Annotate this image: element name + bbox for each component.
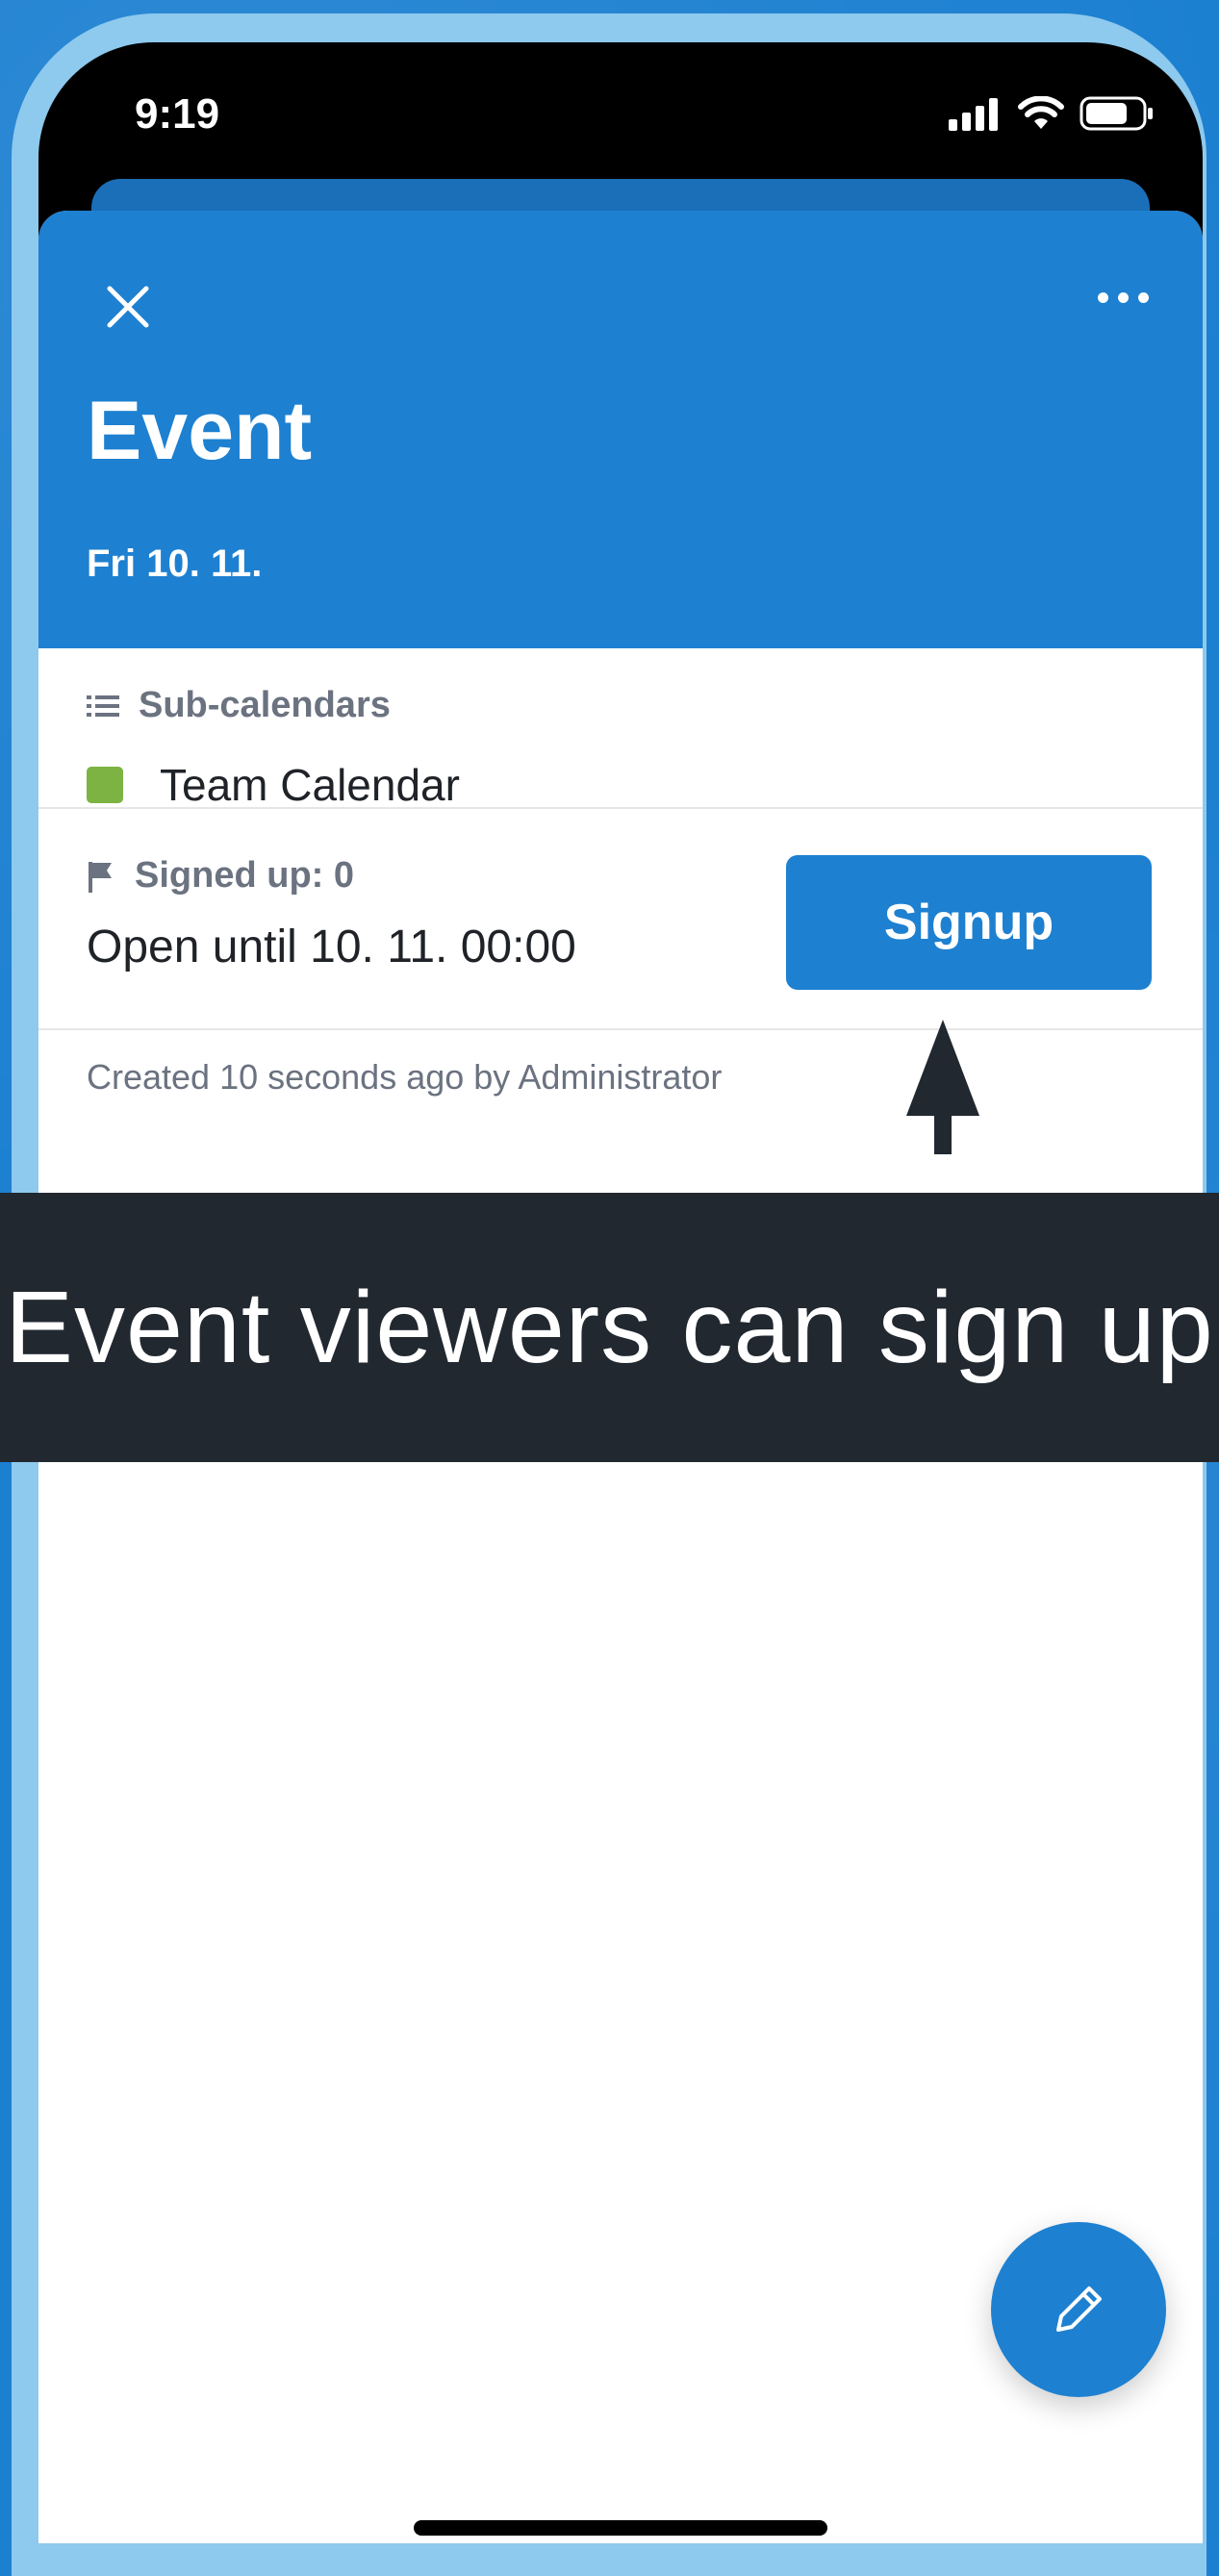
sub-calendars-section: Sub-calendars Team Calendar — [38, 648, 1203, 811]
close-button[interactable] — [94, 273, 162, 341]
callout-arrow-icon — [906, 1020, 979, 1154]
status-bar: 9:19 — [38, 42, 1203, 187]
event-date: Fri 10. 11. — [87, 543, 263, 585]
callout-text: Event viewers can sign up — [5, 1270, 1214, 1384]
home-indicator — [414, 2520, 827, 2536]
list-icon — [87, 695, 119, 717]
signup-button[interactable]: Signup — [786, 855, 1152, 990]
signal-icon — [949, 98, 998, 131]
sub-calendars-label-row: Sub-calendars — [87, 685, 391, 726]
signed-up-count: Signed up: 0 — [135, 855, 354, 896]
event-title: Event — [87, 385, 313, 477]
more-button[interactable] — [1089, 283, 1156, 312]
signup-section: Signed up: 0 Open until 10. 11. 00:00 Si… — [38, 807, 1203, 1030]
calendar-item: Team Calendar — [87, 759, 460, 811]
status-time: 9:19 — [135, 90, 220, 138]
flag-icon — [89, 861, 112, 893]
calendar-name: Team Calendar — [160, 760, 460, 810]
event-header: Event Fri 10. 11. — [38, 211, 1203, 648]
calendar-color-swatch — [87, 767, 123, 803]
open-until-text: Open until 10. 11. 00:00 — [87, 922, 576, 972]
more-icon-dot — [1137, 291, 1149, 303]
pencil-icon — [1056, 2286, 1102, 2332]
more-icon-dot — [1117, 291, 1129, 303]
status-icons — [949, 96, 1155, 131]
edit-fab-button[interactable] — [991, 2222, 1166, 2397]
wifi-icon — [1018, 96, 1064, 129]
sub-calendars-label: Sub-calendars — [139, 685, 391, 725]
battery-icon — [1079, 96, 1153, 131]
callout-banner: Event viewers can sign up — [0, 1193, 1219, 1462]
signed-up-label-row: Signed up: 0 — [87, 855, 354, 897]
more-icon-dot — [1097, 291, 1108, 303]
close-icon — [107, 286, 149, 328]
created-info: Created 10 seconds ago by Administrator — [87, 1057, 723, 1097]
